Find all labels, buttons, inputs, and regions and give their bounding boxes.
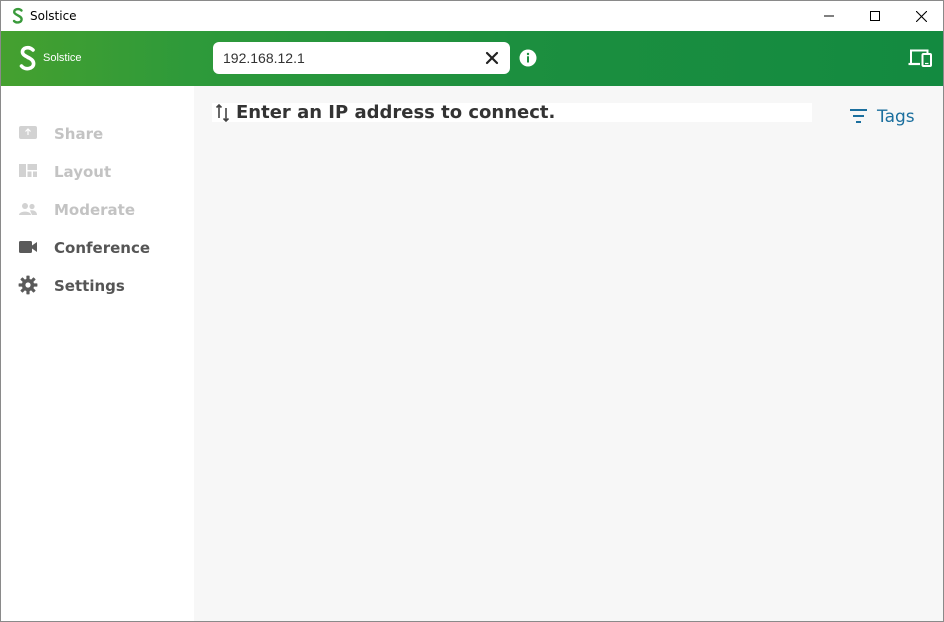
sidebar: Share Layout Moderate Conference Setting… <box>1 86 194 621</box>
sidebar-item-label: Moderate <box>54 201 136 219</box>
main-content: Enter an IP address to connect. Tags <box>194 86 943 621</box>
title-bar: Solstice <box>1 1 943 31</box>
clear-icon[interactable] <box>485 51 499 65</box>
connect-message: Enter an IP address to connect. <box>236 102 556 123</box>
maximize-icon <box>870 11 880 21</box>
tags-label: Tags <box>877 107 915 127</box>
sidebar-item-label: Share <box>54 125 104 143</box>
close-button[interactable] <box>898 1 943 31</box>
sidebar-item-label: Conference <box>54 239 151 257</box>
sidebar-item-label: Settings <box>54 277 125 295</box>
info-icon[interactable] <box>519 49 537 67</box>
sidebar-item-settings[interactable]: Settings <box>1 270 194 300</box>
window-title: Solstice <box>30 9 77 23</box>
devices-icon[interactable] <box>908 48 933 69</box>
sort-icon[interactable] <box>215 103 231 123</box>
sidebar-item-moderate: Moderate <box>1 194 194 224</box>
sidebar-item-layout: Layout <box>1 156 194 186</box>
sidebar-item-share: Share <box>1 118 194 148</box>
solstice-logo-icon <box>19 45 36 71</box>
ip-address-input[interactable] <box>223 42 473 74</box>
layout-icon <box>19 164 37 177</box>
solstice-app-icon <box>12 7 23 24</box>
brand-name: Solstice <box>43 52 82 64</box>
app-header: Solstice <box>1 31 943 86</box>
ip-address-search <box>213 42 510 74</box>
sidebar-item-conference[interactable]: Conference <box>1 232 194 262</box>
minimize-icon <box>824 15 834 17</box>
camera-icon <box>19 241 37 253</box>
filter-icon <box>850 109 867 123</box>
close-icon <box>915 10 927 22</box>
moderate-icon <box>19 203 37 215</box>
maximize-button[interactable] <box>852 1 898 31</box>
app-window: Solstice Solstice 192.168.12.1 Share Lay… <box>0 0 944 622</box>
gear-icon <box>18 275 38 295</box>
share-icon <box>19 126 37 139</box>
minimize-button[interactable] <box>806 1 852 31</box>
sidebar-item-label: Layout <box>54 163 112 181</box>
